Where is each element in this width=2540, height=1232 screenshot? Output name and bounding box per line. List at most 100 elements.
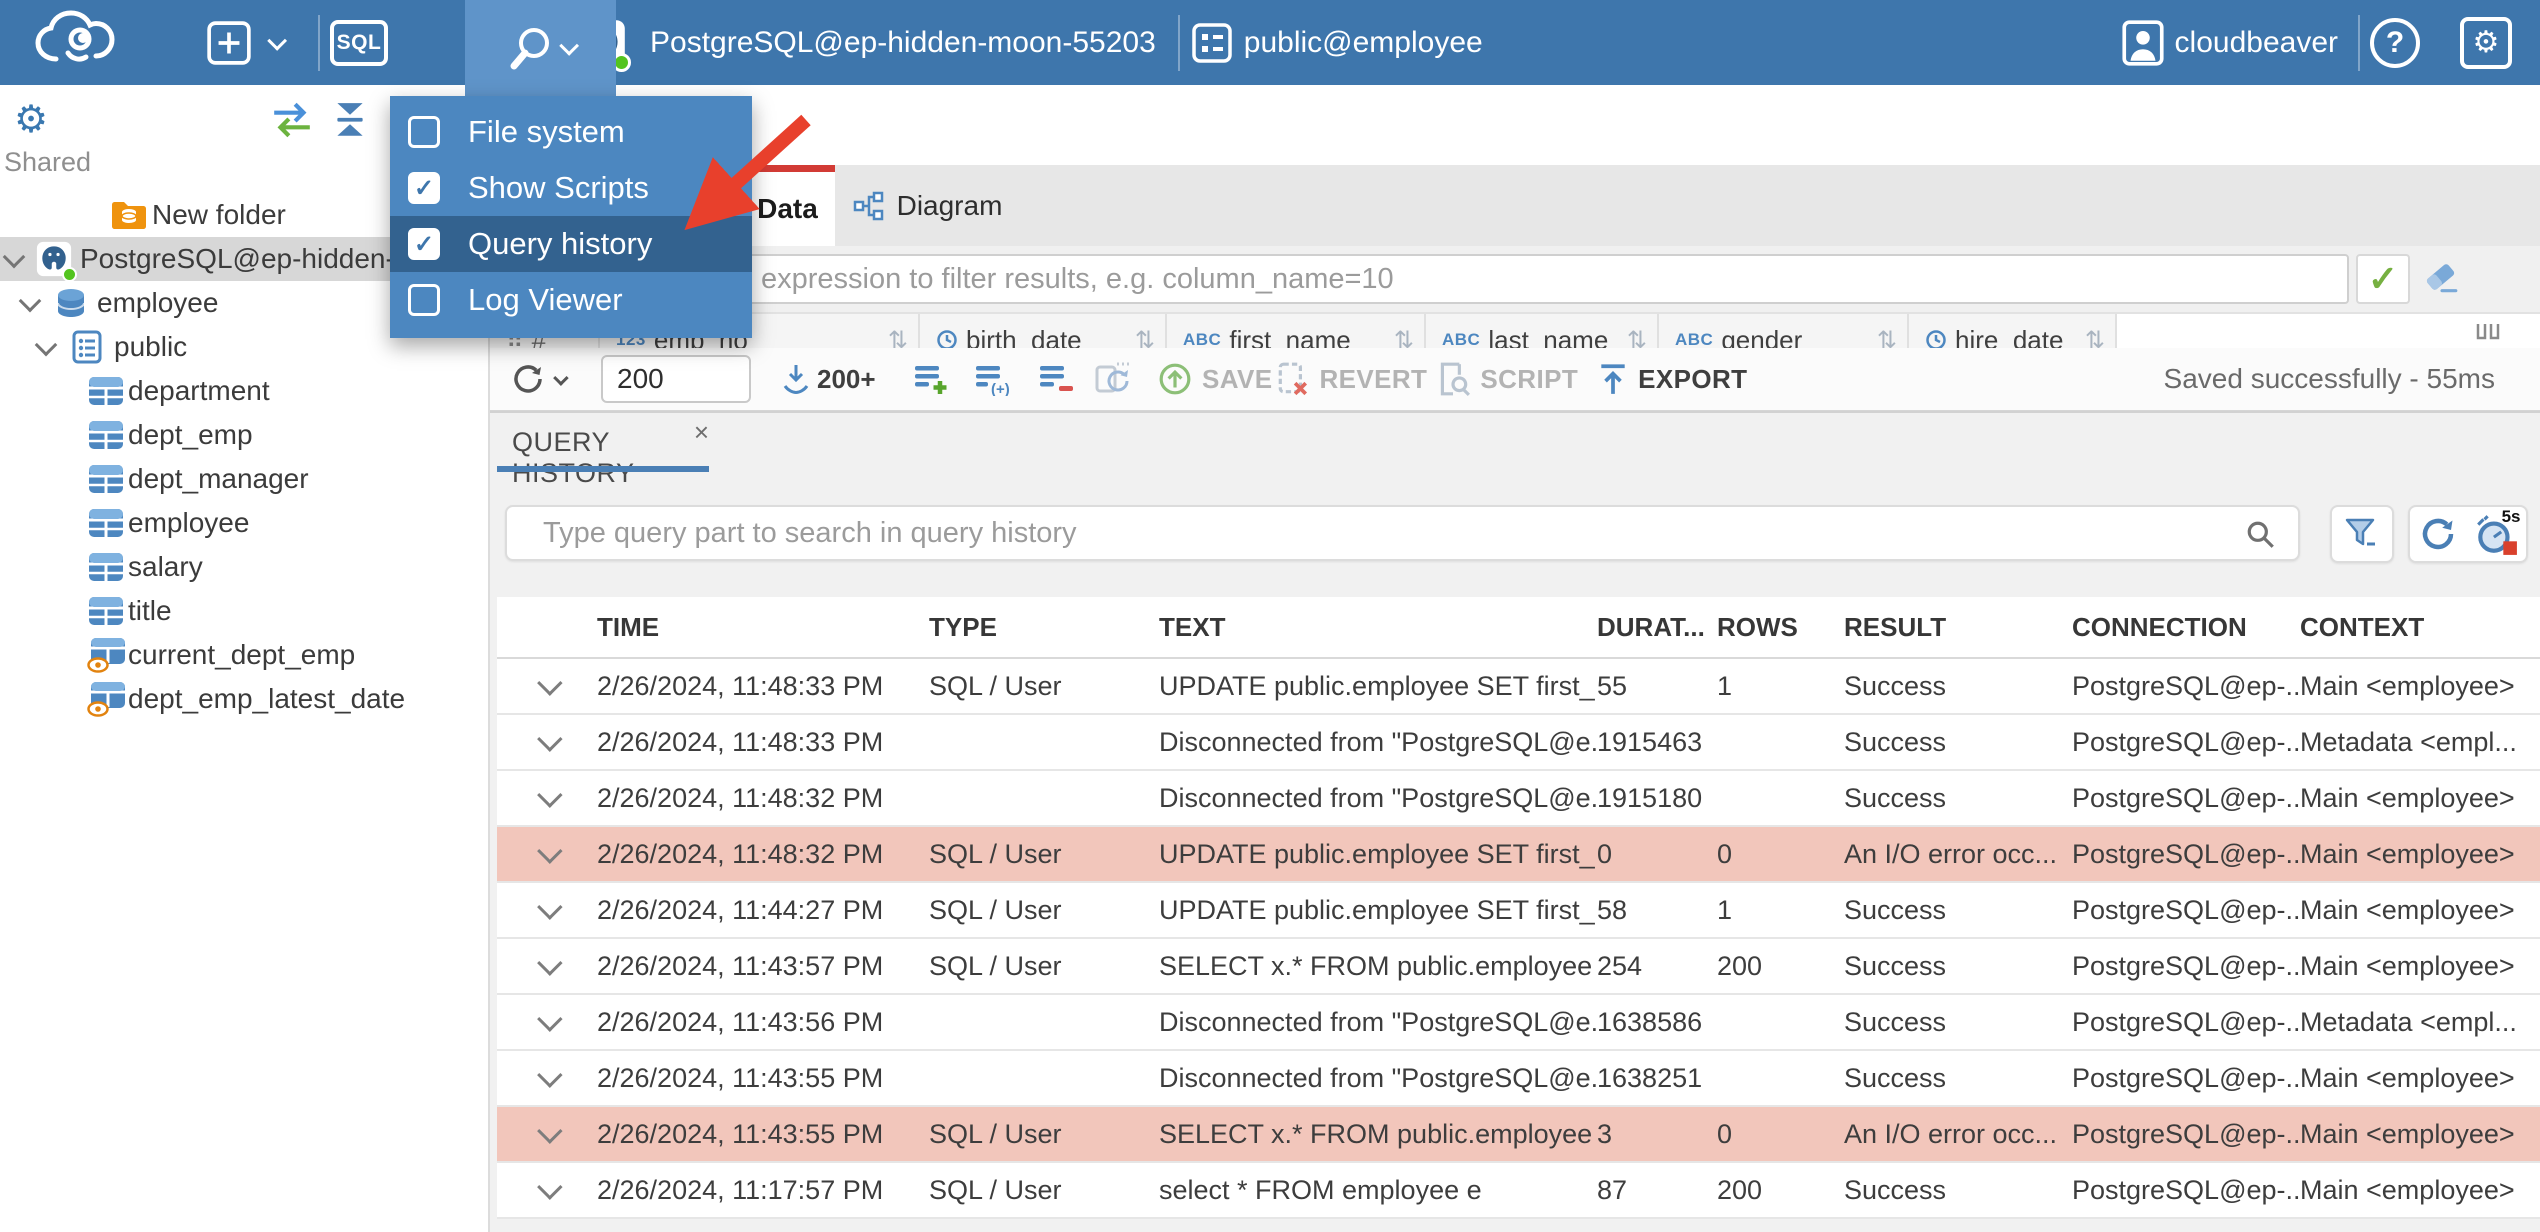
duplicate-row-button[interactable]: (+) bbox=[974, 362, 1012, 396]
checkbox[interactable]: ✓ bbox=[408, 284, 440, 316]
revert-button[interactable]: REVERT bbox=[1277, 361, 1427, 397]
help-button[interactable]: ? bbox=[2370, 17, 2420, 68]
table-row[interactable]: 2/26/2024, 11:43:56 PM Disconnected from… bbox=[497, 995, 2540, 1051]
tools-menu-trigger[interactable] bbox=[465, 0, 616, 96]
wrench-icon bbox=[510, 28, 549, 70]
checkbox-checked[interactable]: ✓ bbox=[408, 228, 440, 260]
query-history-search-input[interactable] bbox=[505, 505, 2300, 561]
active-tab-underline bbox=[497, 466, 709, 472]
sort-icon[interactable]: ⇅ bbox=[1877, 326, 1897, 349]
script-icon bbox=[1441, 362, 1471, 397]
table-row-error[interactable]: 2/26/2024, 11:48:32 PM SQL / User UPDATE… bbox=[497, 827, 2540, 883]
refresh-result-button[interactable] bbox=[510, 361, 569, 397]
divider bbox=[318, 14, 320, 71]
sidebar-item-table-salary[interactable]: salary bbox=[0, 545, 488, 589]
user-menu[interactable]: cloudbeaver bbox=[2121, 18, 2338, 68]
chevron-down-icon[interactable] bbox=[18, 289, 42, 313]
expand-row-icon[interactable] bbox=[537, 670, 563, 696]
sidebar-item-table-dept-manager[interactable]: dept_manager bbox=[0, 457, 488, 501]
view-icon bbox=[87, 637, 126, 673]
sort-icon[interactable]: ⇅ bbox=[2085, 326, 2105, 349]
expand-row-icon[interactable] bbox=[537, 1118, 563, 1144]
table-row[interactable]: 2/26/2024, 11:44:27 PM SQL / User UPDATE… bbox=[497, 883, 2540, 939]
col-time[interactable]: TIME bbox=[597, 612, 929, 643]
menu-item-log-viewer[interactable]: ✓ Log Viewer bbox=[390, 272, 752, 328]
sidebar-item-table-employee[interactable]: employee bbox=[0, 501, 488, 545]
sort-icon[interactable]: ⇅ bbox=[888, 326, 908, 349]
save-button[interactable]: SAVE bbox=[1158, 362, 1272, 396]
revert-icon bbox=[1279, 362, 1308, 396]
schema-selector[interactable]: public@employee bbox=[1190, 21, 1483, 65]
col-result[interactable]: RESULT bbox=[1844, 612, 2072, 643]
col-type[interactable]: TYPE bbox=[929, 612, 1159, 643]
checkbox-checked[interactable]: ✓ bbox=[408, 172, 440, 204]
fetch-more-button[interactable]: 200+ bbox=[781, 363, 876, 395]
export-button[interactable]: EXPORT bbox=[1598, 362, 1747, 396]
menu-item-query-history[interactable]: ✓ Query history bbox=[390, 216, 752, 272]
apply-filter-button[interactable]: ✓ bbox=[2356, 254, 2410, 304]
tab-diagram[interactable]: Diagram bbox=[835, 165, 1020, 246]
table-row[interactable]: 2/26/2024, 11:48:33 PM SQL / User UPDATE… bbox=[497, 659, 2540, 715]
sidebar-item-table-department[interactable]: department bbox=[0, 369, 488, 413]
delete-row-button[interactable] bbox=[1038, 362, 1074, 396]
navigator-settings-gear-icon[interactable]: ⚙ bbox=[14, 97, 48, 142]
history-refresh-button[interactable] bbox=[2418, 514, 2458, 554]
sort-icon[interactable]: ⇅ bbox=[1394, 326, 1414, 349]
refresh-document-button[interactable] bbox=[1093, 361, 1133, 397]
col-text[interactable]: TEXT bbox=[1159, 612, 1597, 643]
table-row[interactable]: 2/26/2024, 11:43:57 PM SQL / User SELECT… bbox=[497, 939, 2540, 995]
collapse-all-icon[interactable] bbox=[330, 101, 370, 144]
column-management-icon[interactable] bbox=[2475, 322, 2501, 347]
expand-row-icon[interactable] bbox=[537, 1006, 563, 1032]
close-icon[interactable]: × bbox=[694, 417, 709, 448]
table-row[interactable]: 2/26/2024, 11:48:33 PM Disconnected from… bbox=[497, 715, 2540, 771]
chevron-down-icon[interactable] bbox=[2, 245, 26, 269]
grid-column-first-name[interactable]: ABC first_name ⇅ bbox=[1167, 314, 1426, 348]
tab-data[interactable]: Data bbox=[740, 165, 835, 246]
menu-item-show-scripts[interactable]: ✓ Show Scripts bbox=[390, 160, 752, 216]
connection-selector[interactable]: PostgreSQL@ep-hidden-moon-55203 bbox=[578, 19, 1156, 72]
divider bbox=[2358, 14, 2360, 71]
expand-row-icon[interactable] bbox=[537, 1062, 563, 1088]
checkbox[interactable]: ✓ bbox=[408, 116, 440, 148]
table-row[interactable]: 2/26/2024, 11:43:55 PM Disconnected from… bbox=[497, 1051, 2540, 1107]
col-duration[interactable]: DURAT... bbox=[1597, 612, 1717, 643]
expand-row-icon[interactable] bbox=[537, 726, 563, 752]
table-row-error[interactable]: 2/26/2024, 11:43:55 PM SQL / User SELECT… bbox=[497, 1107, 2540, 1163]
add-row-button[interactable] bbox=[913, 362, 949, 396]
grid-column-birth-date[interactable]: birth_date ⇅ bbox=[920, 314, 1167, 348]
chevron-down-icon[interactable] bbox=[34, 333, 58, 357]
settings-button[interactable]: ⚙ bbox=[2460, 16, 2512, 69]
expand-row-icon[interactable] bbox=[537, 838, 563, 864]
script-button[interactable]: SCRIPT bbox=[1436, 361, 1578, 397]
tab-query-history[interactable]: QUERY HISTORY × bbox=[497, 413, 709, 488]
expand-row-icon[interactable] bbox=[537, 950, 563, 976]
grid-column-last-name[interactable]: ABC last_name ⇅ bbox=[1426, 314, 1659, 348]
auto-refresh-timer-button[interactable]: 5s bbox=[2473, 507, 2521, 557]
sql-editor-button[interactable]: SQL bbox=[330, 19, 388, 66]
sidebar-item-view-current-dept-emp[interactable]: current_dept_emp bbox=[0, 633, 488, 677]
grid-column-gender[interactable]: ABC gender ⇅ bbox=[1659, 314, 1909, 348]
sort-icon[interactable]: ⇅ bbox=[1627, 326, 1647, 349]
fetch-size-input[interactable] bbox=[601, 355, 751, 403]
col-rows[interactable]: ROWS bbox=[1717, 612, 1844, 643]
sync-with-editor-icon[interactable] bbox=[270, 101, 314, 144]
grid-column-hire-date[interactable]: hire_date ⇅ bbox=[1909, 314, 2117, 348]
eraser-icon[interactable] bbox=[2422, 260, 2460, 301]
table-icon bbox=[88, 376, 124, 406]
sidebar-item-table-title[interactable]: title bbox=[0, 589, 488, 633]
history-filter-button[interactable] bbox=[2330, 505, 2394, 563]
new-connection-button[interactable] bbox=[206, 20, 288, 66]
table-row[interactable]: 2/26/2024, 11:48:32 PM Disconnected from… bbox=[497, 771, 2540, 827]
sort-icon[interactable]: ⇅ bbox=[1135, 326, 1155, 349]
col-context[interactable]: CONTEXT bbox=[2300, 612, 2540, 643]
expand-row-icon[interactable] bbox=[537, 782, 563, 808]
sidebar-item-view-dept-emp-latest-date[interactable]: dept_emp_latest_date bbox=[0, 677, 488, 721]
expand-row-icon[interactable] bbox=[537, 1174, 563, 1200]
result-filter-input[interactable] bbox=[497, 254, 2349, 304]
col-connection[interactable]: CONNECTION bbox=[2072, 612, 2300, 643]
sidebar-item-table-dept-emp[interactable]: dept_emp bbox=[0, 413, 488, 457]
table-row[interactable]: 2/26/2024, 11:17:57 PM SQL / User select… bbox=[497, 1163, 2540, 1219]
menu-item-file-system[interactable]: ✓ File system bbox=[390, 104, 752, 160]
expand-row-icon[interactable] bbox=[537, 894, 563, 920]
